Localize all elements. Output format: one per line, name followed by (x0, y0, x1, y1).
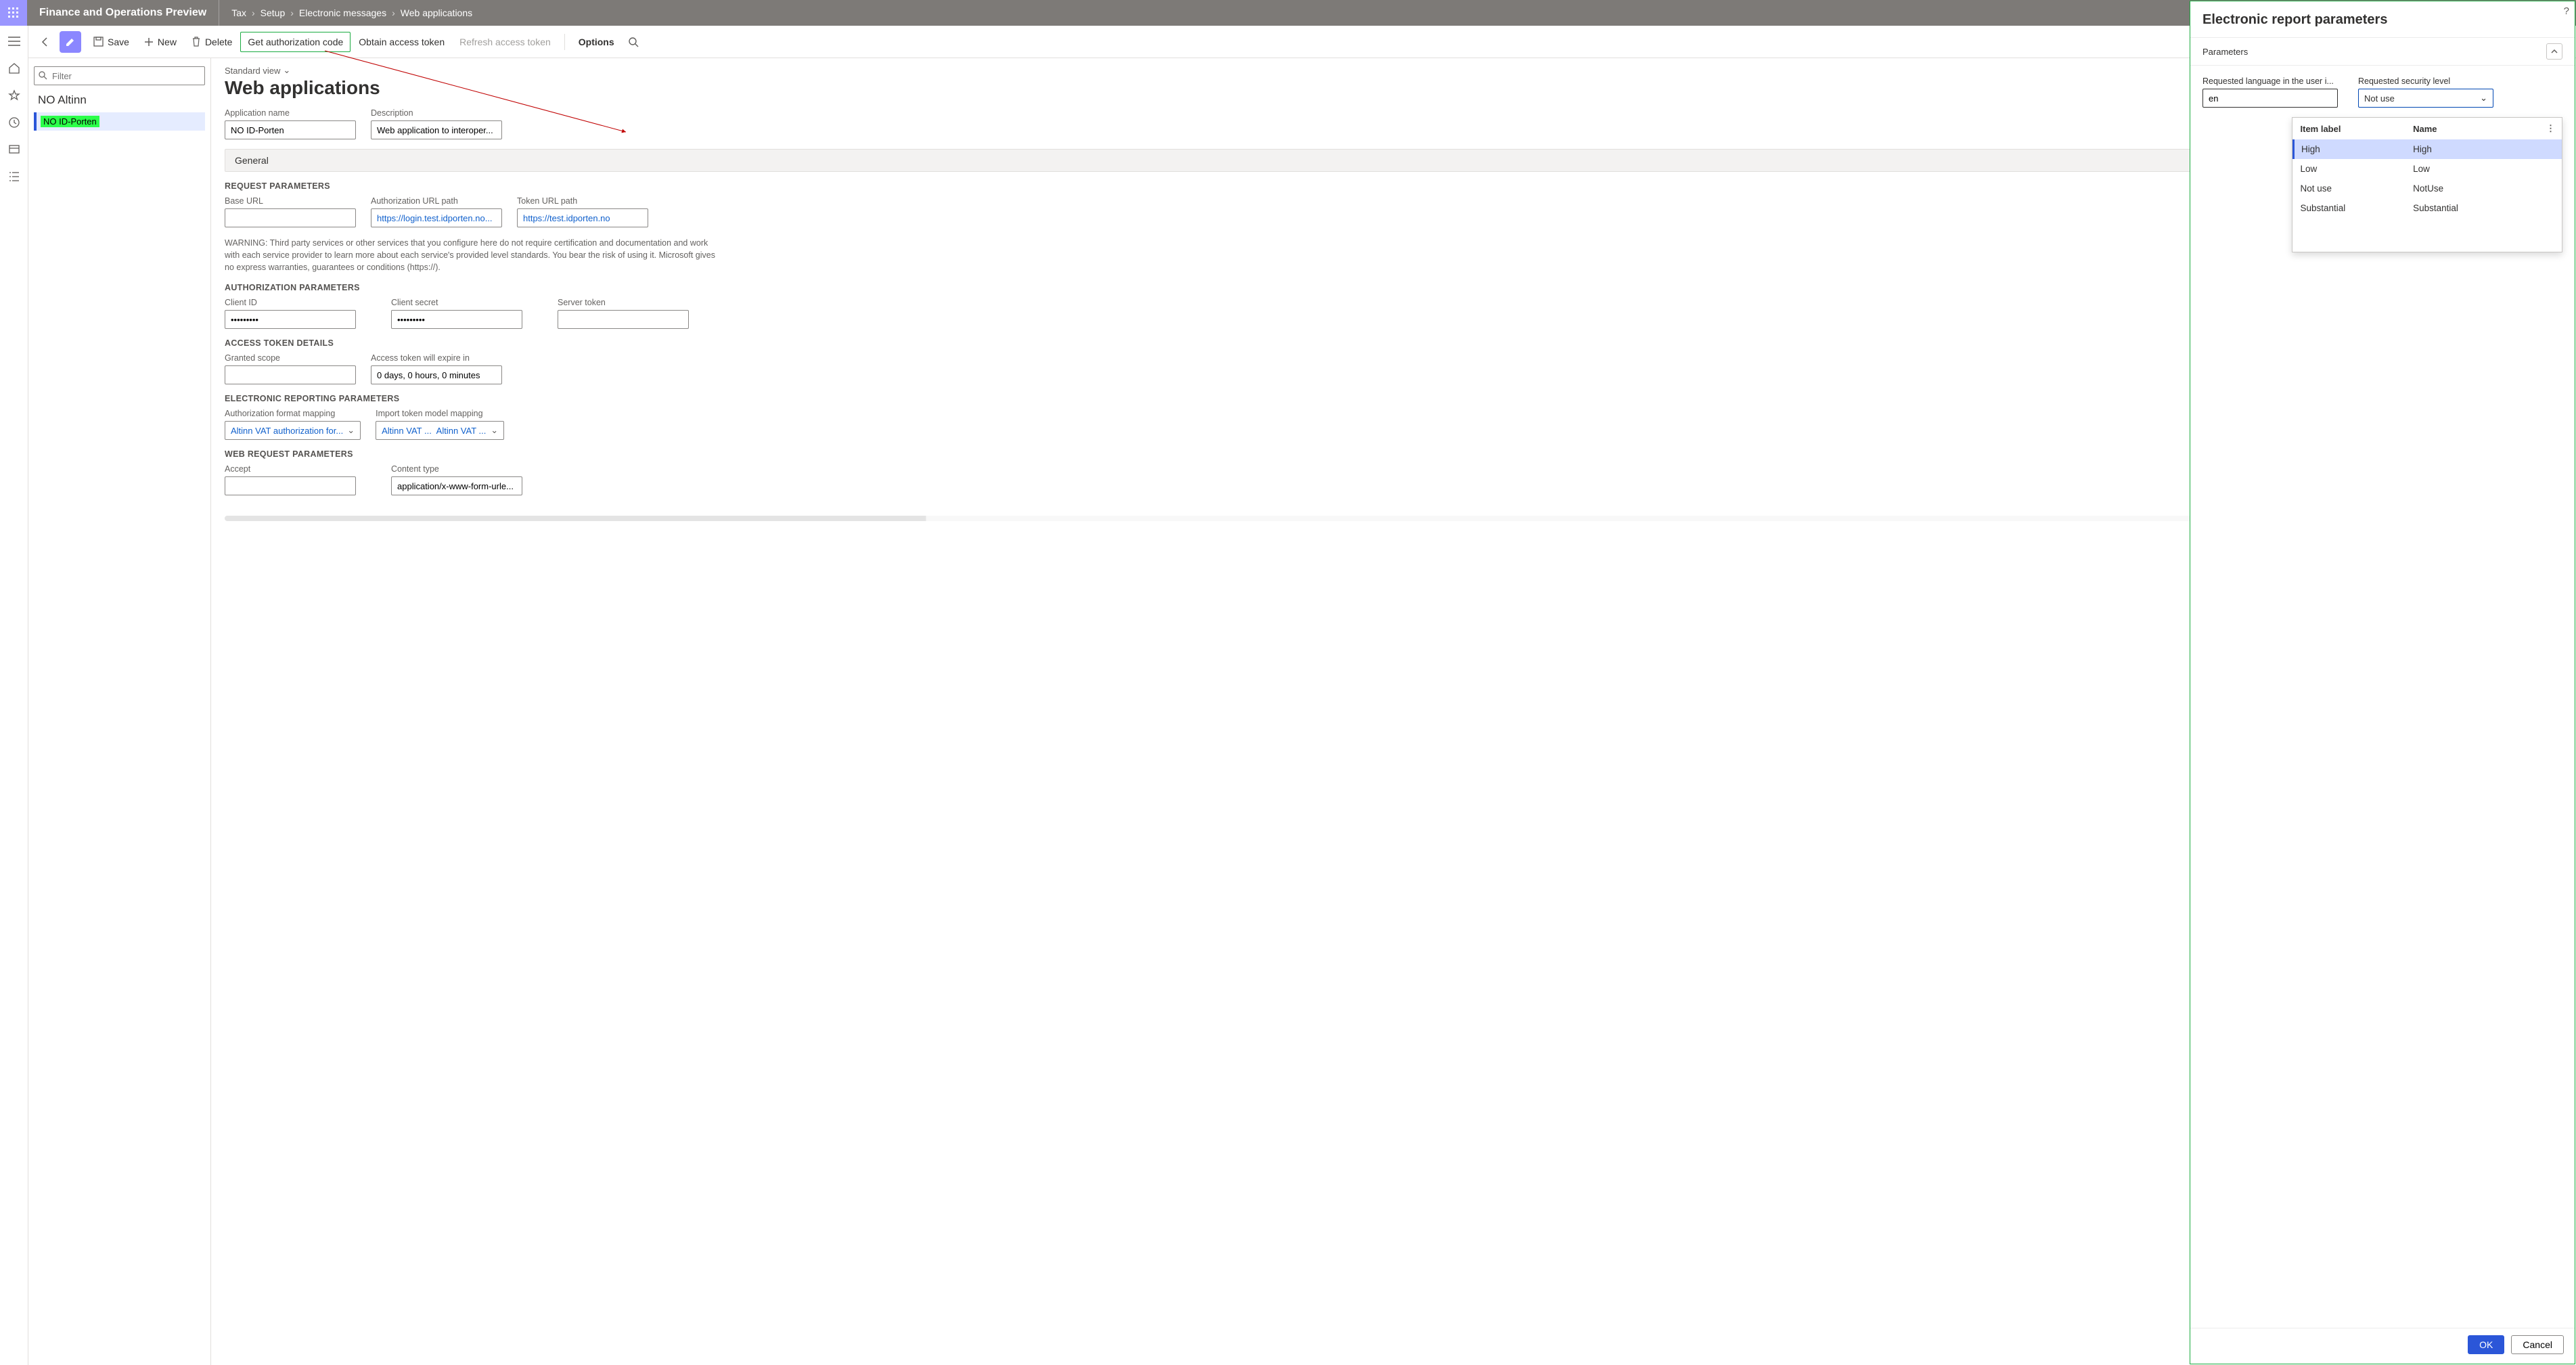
expire-input[interactable] (371, 365, 502, 384)
client-id-input[interactable] (225, 310, 356, 329)
field-label: Authorization URL path (371, 196, 502, 206)
app-title: Finance and Operations Preview (27, 0, 219, 26)
dropdown-option[interactable]: LowLow (2294, 159, 2562, 179)
warning-text: WARNING: Third party services or other s… (225, 237, 719, 273)
description-input[interactable] (371, 120, 502, 139)
field-label: Content type (391, 464, 522, 474)
left-rail (0, 26, 28, 1365)
breadcrumb: Tax › Setup › Electronic messages › Web app… (219, 7, 484, 18)
field-label: Requested language in the user i... (2202, 76, 2338, 86)
content-type-input[interactable] (391, 476, 522, 495)
dialog-title: Electronic report parameters (2190, 1, 2575, 37)
dropdown-option[interactable]: SubstantialSubstantial (2294, 198, 2562, 218)
dropdown-option[interactable]: Not useNotUse (2294, 179, 2562, 198)
edit-button[interactable] (60, 31, 81, 53)
import-token-combo[interactable]: Altinn VAT ...Altinn VAT ...⌄ (376, 421, 504, 440)
refresh-access-token-button: Refresh access token (453, 32, 558, 51)
app-launcher[interactable] (0, 0, 27, 26)
new-button[interactable]: New (137, 32, 183, 51)
field-label: Token URL path (517, 196, 648, 206)
help-icon[interactable]: ? (2564, 5, 2569, 17)
chevron-right-icon: › (252, 7, 255, 18)
list-group-heading: NO Altinn (34, 85, 205, 112)
save-icon (93, 37, 104, 47)
dropdown-option[interactable]: HighHigh (2294, 139, 2562, 159)
home-icon[interactable] (7, 61, 22, 76)
auth-format-combo[interactable]: Altinn VAT authorization for...⌄ (225, 421, 361, 440)
cancel-button[interactable]: Cancel (2511, 1335, 2564, 1354)
field-label: Access token will expire in (371, 353, 502, 363)
dropdown-col-name[interactable]: Name (2406, 118, 2519, 139)
separator (564, 34, 565, 50)
breadcrumb-item[interactable]: Setup (261, 7, 286, 18)
breadcrumb-item[interactable]: Web applications (401, 7, 472, 18)
trash-icon (191, 37, 201, 47)
search-button[interactable] (623, 32, 644, 51)
chevron-down-icon: ⌄ (491, 425, 498, 436)
field-label: Application name (225, 108, 356, 118)
obtain-access-token-button[interactable]: Obtain access token (352, 32, 451, 51)
more-icon[interactable]: ⋮ (2519, 118, 2562, 139)
save-button[interactable]: Save (87, 32, 136, 51)
ok-button[interactable]: OK (2468, 1335, 2504, 1354)
chevron-right-icon: › (392, 7, 395, 18)
search-icon (38, 70, 47, 82)
electronic-report-parameters-dialog: ? Electronic report parameters Parameter… (2190, 1, 2575, 1364)
hamburger-icon[interactable] (7, 34, 22, 49)
field-label: Requested security level (2358, 76, 2493, 86)
application-name-input[interactable] (225, 120, 356, 139)
filter-input[interactable] (34, 66, 205, 85)
security-level-dropdown: Item label Name ⋮ HighHigh LowLow Not us… (2292, 117, 2562, 252)
breadcrumb-item[interactable]: Electronic messages (299, 7, 386, 18)
field-label: Import token model mapping (376, 409, 504, 418)
granted-scope-input[interactable] (225, 365, 356, 384)
field-label: Granted scope (225, 353, 356, 363)
get-authorization-code-button[interactable]: Get authorization code (240, 32, 351, 52)
delete-button[interactable]: Delete (185, 32, 239, 51)
field-label: Client ID (225, 298, 356, 307)
field-label: Base URL (225, 196, 356, 206)
plus-icon (144, 37, 154, 47)
token-url-input[interactable] (517, 208, 648, 227)
collapse-button[interactable] (2546, 43, 2562, 60)
list-item[interactable]: NO ID-Porten (34, 112, 205, 131)
field-label: Client secret (391, 298, 522, 307)
field-label: Description (371, 108, 502, 118)
accept-input[interactable] (225, 476, 356, 495)
dropdown-col-label[interactable]: Item label (2294, 118, 2407, 139)
requested-security-level-select[interactable]: Not use⌄ (2358, 89, 2493, 108)
field-label: Server token (558, 298, 689, 307)
record-list-panel: NO Altinn NO ID-Porten (28, 58, 211, 1365)
chevron-down-icon: ⌄ (347, 425, 355, 436)
parameters-section-label: Parameters (2202, 47, 2248, 57)
chevron-down-icon: ⌄ (283, 65, 290, 76)
chevron-down-icon: ⌄ (2480, 93, 2487, 104)
field-label: Accept (225, 464, 356, 474)
workspaces-icon[interactable] (7, 142, 22, 157)
star-icon[interactable] (7, 88, 22, 103)
client-secret-input[interactable] (391, 310, 522, 329)
breadcrumb-item[interactable]: Tax (231, 7, 246, 18)
chevron-right-icon: › (290, 7, 294, 18)
back-button[interactable] (37, 33, 54, 51)
base-url-input[interactable] (225, 208, 356, 227)
auth-url-input[interactable] (371, 208, 502, 227)
server-token-input[interactable] (558, 310, 689, 329)
history-icon[interactable] (7, 115, 22, 130)
modules-icon[interactable] (7, 169, 22, 184)
options-button[interactable]: Options (572, 32, 621, 51)
requested-language-input[interactable] (2202, 89, 2338, 108)
field-label: Authorization format mapping (225, 409, 361, 418)
